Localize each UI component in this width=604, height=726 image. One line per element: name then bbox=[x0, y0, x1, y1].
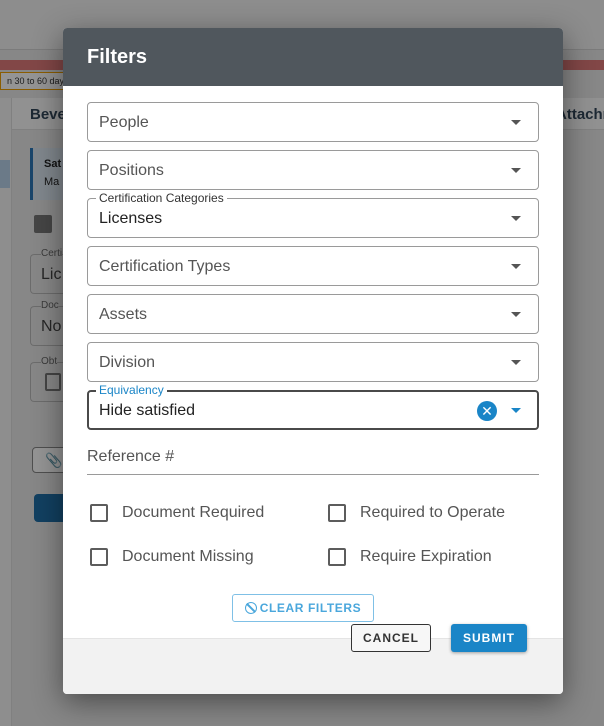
reference-input[interactable]: Reference # bbox=[87, 443, 539, 475]
caret-down-icon[interactable] bbox=[511, 120, 521, 125]
require-expiration-label: Require Expiration bbox=[360, 548, 492, 565]
checkbox-square[interactable] bbox=[328, 504, 346, 522]
caret-down-icon[interactable] bbox=[511, 360, 521, 365]
dialog-header: Filters bbox=[63, 28, 563, 86]
certification-categories-value: Licenses bbox=[99, 210, 163, 227]
certification-types-placeholder: Certification Types bbox=[99, 258, 231, 275]
reference-placeholder: Reference # bbox=[87, 448, 175, 465]
certification-types-select[interactable]: Certification Types bbox=[87, 246, 539, 286]
certification-categories-select[interactable]: Certification Categories Licenses bbox=[87, 191, 539, 238]
dialog-body: People Positions Certification Categorie… bbox=[63, 86, 563, 638]
equivalency-label: Equivalency bbox=[96, 383, 167, 397]
document-required-label: Document Required bbox=[122, 504, 265, 521]
caret-down-icon[interactable] bbox=[511, 216, 521, 221]
equivalency-select[interactable]: Equivalency Hide satisfied ✕ bbox=[87, 383, 539, 430]
filters-dialog: Filters People Positions Certification C… bbox=[63, 28, 563, 694]
document-required-checkbox[interactable]: Document Required bbox=[90, 504, 264, 522]
checkbox-square[interactable] bbox=[90, 548, 108, 566]
caret-down-icon[interactable] bbox=[511, 312, 521, 317]
document-missing-checkbox[interactable]: Document Missing bbox=[90, 548, 254, 566]
people-select[interactable]: People bbox=[87, 102, 539, 142]
require-expiration-checkbox[interactable]: Require Expiration bbox=[328, 548, 492, 566]
caret-down-icon[interactable] bbox=[511, 408, 521, 413]
caret-down-icon[interactable] bbox=[511, 168, 521, 173]
checkbox-square[interactable] bbox=[328, 548, 346, 566]
clear-icon[interactable]: ✕ bbox=[477, 401, 497, 421]
required-to-operate-label: Required to Operate bbox=[360, 504, 505, 521]
clear-filters-label: CLEAR FILTERS bbox=[259, 601, 362, 615]
document-missing-label: Document Missing bbox=[122, 548, 254, 565]
positions-placeholder: Positions bbox=[99, 162, 164, 179]
assets-placeholder: Assets bbox=[99, 306, 148, 323]
caret-down-icon[interactable] bbox=[511, 264, 521, 269]
ban-icon bbox=[244, 602, 257, 614]
equivalency-value: Hide satisfied bbox=[99, 402, 196, 419]
division-placeholder: Division bbox=[99, 354, 156, 371]
division-select[interactable]: Division bbox=[87, 342, 539, 382]
people-placeholder: People bbox=[99, 114, 149, 131]
certification-categories-label: Certification Categories bbox=[96, 191, 227, 205]
cancel-button[interactable]: CANCEL bbox=[351, 624, 431, 652]
required-to-operate-checkbox[interactable]: Required to Operate bbox=[328, 504, 505, 522]
clear-filters-button[interactable]: CLEAR FILTERS bbox=[232, 594, 374, 622]
dialog-title: Filters bbox=[87, 45, 148, 68]
assets-select[interactable]: Assets bbox=[87, 294, 539, 334]
submit-button[interactable]: SUBMIT bbox=[451, 624, 527, 652]
positions-select[interactable]: Positions bbox=[87, 150, 539, 190]
checkbox-square[interactable] bbox=[90, 504, 108, 522]
